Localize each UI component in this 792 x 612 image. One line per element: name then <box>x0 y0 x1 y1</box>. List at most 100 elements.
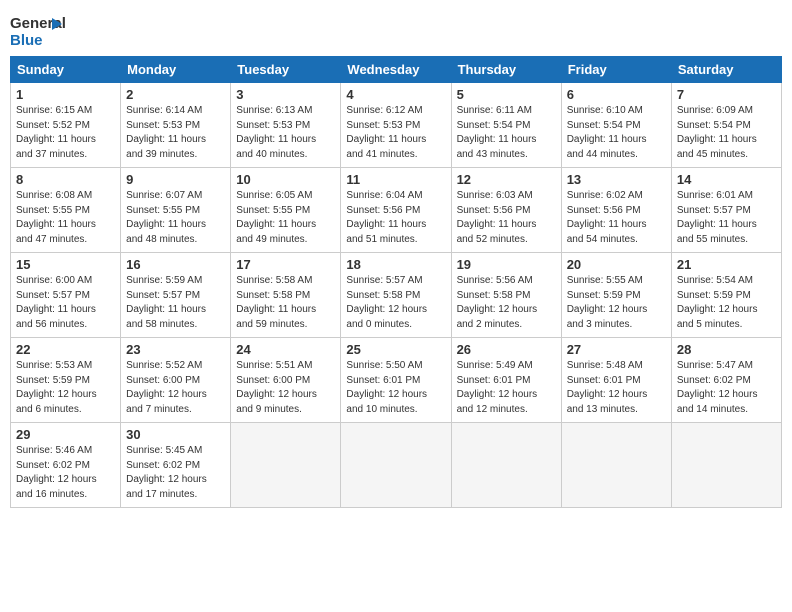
day-number: 15 <box>16 257 115 272</box>
day-number: 8 <box>16 172 115 187</box>
calendar-day-cell: 3 Sunrise: 6:13 AM Sunset: 5:53 PM Daylig… <box>231 83 341 168</box>
calendar-day-cell: 9 Sunrise: 6:07 AM Sunset: 5:55 PM Daylig… <box>121 168 231 253</box>
col-header-sunday: Sunday <box>11 57 121 83</box>
day-info: Sunrise: 5:45 AM Sunset: 6:02 PM Dayligh… <box>126 444 225 502</box>
day-info: Sunrise: 5:47 AM Sunset: 6:02 PM Dayligh… <box>677 359 776 417</box>
day-number: 23 <box>126 342 225 357</box>
day-info: Sunrise: 6:05 AM Sunset: 5:55 PM Dayligh… <box>236 189 335 247</box>
col-header-wednesday: Wednesday <box>341 57 451 83</box>
calendar-day-cell: 16 Sunrise: 5:59 AM Sunset: 5:57 PM Dayli… <box>121 253 231 338</box>
day-number: 7 <box>677 87 776 102</box>
day-number: 12 <box>457 172 556 187</box>
day-number: 16 <box>126 257 225 272</box>
day-info: Sunrise: 5:46 AM Sunset: 6:02 PM Dayligh… <box>16 444 115 502</box>
col-header-thursday: Thursday <box>451 57 561 83</box>
calendar-day-cell: 14 Sunrise: 6:01 AM Sunset: 5:57 PM Dayli… <box>671 168 781 253</box>
day-info: Sunrise: 6:15 AM Sunset: 5:52 PM Dayligh… <box>16 104 115 162</box>
day-info: Sunrise: 6:01 AM Sunset: 5:57 PM Dayligh… <box>677 189 776 247</box>
calendar-day-cell: 11 Sunrise: 6:04 AM Sunset: 5:56 PM Dayli… <box>341 168 451 253</box>
calendar-day-cell: 4 Sunrise: 6:12 AM Sunset: 5:53 PM Daylig… <box>341 83 451 168</box>
day-info: Sunrise: 5:51 AM Sunset: 6:00 PM Dayligh… <box>236 359 335 417</box>
calendar-week-row: 1 Sunrise: 6:15 AM Sunset: 5:52 PM Daylig… <box>11 83 782 168</box>
calendar-day-cell <box>341 423 451 508</box>
calendar-table: SundayMondayTuesdayWednesdayThursdayFrid… <box>10 56 782 508</box>
calendar-day-cell: 15 Sunrise: 6:00 AM Sunset: 5:57 PM Dayli… <box>11 253 121 338</box>
calendar-day-cell: 10 Sunrise: 6:05 AM Sunset: 5:55 PM Dayli… <box>231 168 341 253</box>
calendar-day-cell: 30 Sunrise: 5:45 AM Sunset: 6:02 PM Dayli… <box>121 423 231 508</box>
calendar-day-cell: 12 Sunrise: 6:03 AM Sunset: 5:56 PM Dayli… <box>451 168 561 253</box>
calendar-day-cell: 6Sunrise: 6:10 AM Sunset: 5:54 PM Daylig… <box>561 83 671 168</box>
col-header-monday: Monday <box>121 57 231 83</box>
day-number: 13 <box>567 172 666 187</box>
day-number: 28 <box>677 342 776 357</box>
page-header: GeneralBlue <box>10 10 782 50</box>
day-number: 3 <box>236 87 335 102</box>
calendar-week-row: 15 Sunrise: 6:00 AM Sunset: 5:57 PM Dayli… <box>11 253 782 338</box>
day-number: 19 <box>457 257 556 272</box>
logo-svg: GeneralBlue <box>10 10 70 50</box>
calendar-day-cell: 21 Sunrise: 5:54 AM Sunset: 5:59 PM Dayli… <box>671 253 781 338</box>
day-number: 25 <box>346 342 445 357</box>
day-info: Sunrise: 6:07 AM Sunset: 5:55 PM Dayligh… <box>126 189 225 247</box>
col-header-friday: Friday <box>561 57 671 83</box>
calendar-day-cell: 25 Sunrise: 5:50 AM Sunset: 6:01 PM Dayli… <box>341 338 451 423</box>
calendar-day-cell: 29 Sunrise: 5:46 AM Sunset: 6:02 PM Dayli… <box>11 423 121 508</box>
calendar-day-cell: 17Sunrise: 5:58 AM Sunset: 5:58 PM Dayli… <box>231 253 341 338</box>
day-info: Sunrise: 6:14 AM Sunset: 5:53 PM Dayligh… <box>126 104 225 162</box>
day-number: 30 <box>126 427 225 442</box>
day-number: 20 <box>567 257 666 272</box>
day-info: Sunrise: 6:02 AM Sunset: 5:56 PM Dayligh… <box>567 189 666 247</box>
day-number: 4 <box>346 87 445 102</box>
calendar-day-cell: 24 Sunrise: 5:51 AM Sunset: 6:00 PM Dayli… <box>231 338 341 423</box>
calendar-day-cell: 1 Sunrise: 6:15 AM Sunset: 5:52 PM Daylig… <box>11 83 121 168</box>
day-info: Sunrise: 5:52 AM Sunset: 6:00 PM Dayligh… <box>126 359 225 417</box>
calendar-header-row: SundayMondayTuesdayWednesdayThursdayFrid… <box>11 57 782 83</box>
day-info: Sunrise: 6:12 AM Sunset: 5:53 PM Dayligh… <box>346 104 445 162</box>
day-number: 14 <box>677 172 776 187</box>
col-header-tuesday: Tuesday <box>231 57 341 83</box>
day-info: Sunrise: 5:59 AM Sunset: 5:57 PM Dayligh… <box>126 274 225 332</box>
day-number: 22 <box>16 342 115 357</box>
calendar-day-cell <box>451 423 561 508</box>
logo: GeneralBlue <box>10 10 70 50</box>
calendar-day-cell: 18 Sunrise: 5:57 AM Sunset: 5:58 PM Dayli… <box>341 253 451 338</box>
calendar-day-cell <box>671 423 781 508</box>
day-info: Sunrise: 6:00 AM Sunset: 5:57 PM Dayligh… <box>16 274 115 332</box>
day-info: Sunrise: 5:53 AM Sunset: 5:59 PM Dayligh… <box>16 359 115 417</box>
day-info: Sunrise: 5:48 AM Sunset: 6:01 PM Dayligh… <box>567 359 666 417</box>
day-info: Sunrise: 5:57 AM Sunset: 5:58 PM Dayligh… <box>346 274 445 332</box>
day-info: Sunrise: 5:54 AM Sunset: 5:59 PM Dayligh… <box>677 274 776 332</box>
calendar-day-cell <box>561 423 671 508</box>
day-number: 11 <box>346 172 445 187</box>
day-info: Sunrise: 5:56 AM Sunset: 5:58 PM Dayligh… <box>457 274 556 332</box>
calendar-day-cell: 22 Sunrise: 5:53 AM Sunset: 5:59 PM Dayli… <box>11 338 121 423</box>
day-number: 10 <box>236 172 335 187</box>
day-info: Sunrise: 6:13 AM Sunset: 5:53 PM Dayligh… <box>236 104 335 162</box>
calendar-week-row: 29 Sunrise: 5:46 AM Sunset: 6:02 PM Dayli… <box>11 423 782 508</box>
day-number: 29 <box>16 427 115 442</box>
day-info: Sunrise: 6:04 AM Sunset: 5:56 PM Dayligh… <box>346 189 445 247</box>
svg-text:Blue: Blue <box>10 32 43 49</box>
calendar-week-row: 8 Sunrise: 6:08 AM Sunset: 5:55 PM Daylig… <box>11 168 782 253</box>
day-number: 5 <box>457 87 556 102</box>
day-number: 24 <box>236 342 335 357</box>
day-number: 21 <box>677 257 776 272</box>
day-info: Sunrise: 6:10 AM Sunset: 5:54 PM Dayligh… <box>567 104 666 162</box>
calendar-day-cell: 28 Sunrise: 5:47 AM Sunset: 6:02 PM Dayli… <box>671 338 781 423</box>
day-info: Sunrise: 5:49 AM Sunset: 6:01 PM Dayligh… <box>457 359 556 417</box>
calendar-day-cell: 2 Sunrise: 6:14 AM Sunset: 5:53 PM Daylig… <box>121 83 231 168</box>
col-header-saturday: Saturday <box>671 57 781 83</box>
day-number: 18 <box>346 257 445 272</box>
day-info: Sunrise: 6:03 AM Sunset: 5:56 PM Dayligh… <box>457 189 556 247</box>
day-number: 2 <box>126 87 225 102</box>
calendar-day-cell: 13 Sunrise: 6:02 AM Sunset: 5:56 PM Dayli… <box>561 168 671 253</box>
calendar-day-cell: 5Sunrise: 6:11 AM Sunset: 5:54 PM Daylig… <box>451 83 561 168</box>
calendar-day-cell <box>231 423 341 508</box>
day-info: Sunrise: 6:08 AM Sunset: 5:55 PM Dayligh… <box>16 189 115 247</box>
day-info: Sunrise: 5:50 AM Sunset: 6:01 PM Dayligh… <box>346 359 445 417</box>
day-info: Sunrise: 5:58 AM Sunset: 5:58 PM Dayligh… <box>236 274 335 332</box>
day-number: 1 <box>16 87 115 102</box>
calendar-day-cell: 26Sunrise: 5:49 AM Sunset: 6:01 PM Dayli… <box>451 338 561 423</box>
day-number: 9 <box>126 172 225 187</box>
day-number: 27 <box>567 342 666 357</box>
